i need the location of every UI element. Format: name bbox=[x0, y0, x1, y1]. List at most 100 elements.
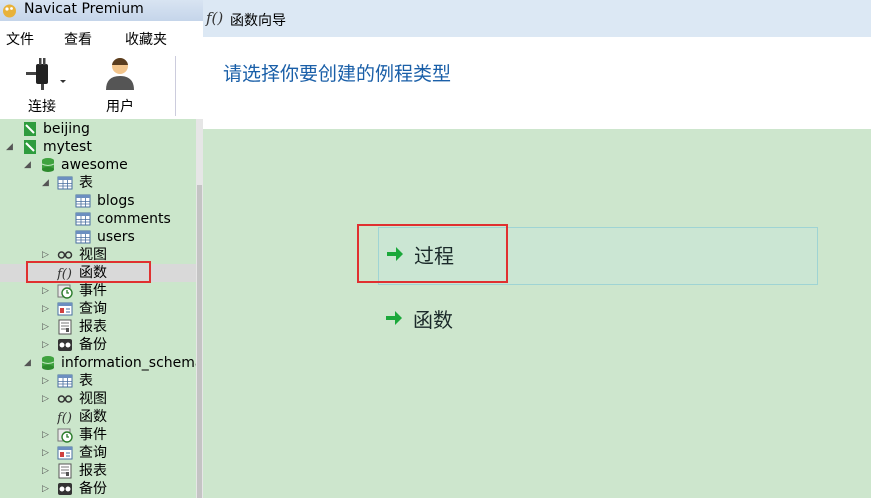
collapse-arrow-icon[interactable]: ◢ bbox=[24, 354, 34, 372]
tree-item[interactable]: f() 函数 bbox=[0, 408, 196, 426]
connection-icon bbox=[22, 121, 38, 137]
backup-icon bbox=[57, 337, 73, 353]
collapse-arrow-icon[interactable]: ◢ bbox=[6, 138, 16, 156]
title-bar: Navicat Premium bbox=[0, 0, 203, 21]
tree-item[interactable]: ▷ 备份 bbox=[0, 480, 196, 498]
table-icon bbox=[75, 193, 91, 209]
collapse-arrow-icon[interactable]: ◢ bbox=[42, 174, 52, 192]
user-button[interactable]: 用户 bbox=[90, 54, 150, 115]
tree-item[interactable]: ▷ 事件 bbox=[0, 426, 196, 444]
navigation-tree[interactable]: beijing ◢ mytest ◢ awesome ◢ 表 blogs comments use… bbox=[0, 119, 196, 498]
tree-item-label: mytest bbox=[43, 139, 92, 155]
tree-item[interactable]: ▷ 备份 bbox=[0, 336, 196, 354]
expand-arrow-icon[interactable]: ▷ bbox=[42, 336, 52, 354]
tree-item[interactable]: ▷ 表 bbox=[0, 372, 196, 390]
tree-item[interactable]: comments bbox=[0, 210, 196, 228]
function-icon: f() bbox=[56, 409, 73, 426]
navicat-logo-icon bbox=[3, 4, 16, 18]
tree-item-label: 函数 bbox=[79, 409, 107, 425]
tree-item[interactable]: ▷ 报表 bbox=[0, 462, 196, 480]
tree-item-label: 报表 bbox=[79, 463, 107, 479]
user-icon bbox=[106, 57, 134, 90]
report-icon bbox=[57, 463, 73, 479]
database-icon bbox=[40, 355, 56, 371]
tree-item[interactable]: users bbox=[0, 228, 196, 246]
tree-item[interactable]: ▷ 查询 bbox=[0, 444, 196, 462]
tree-item[interactable]: ▷ 事件 bbox=[0, 282, 196, 300]
tree-item-label: 事件 bbox=[79, 427, 107, 443]
table-icon bbox=[57, 373, 73, 389]
tree-item[interactable]: ◢ 表 bbox=[0, 174, 196, 192]
connect-label: 连接 bbox=[28, 99, 56, 115]
tree-item-label: blogs bbox=[97, 193, 135, 209]
event-icon bbox=[57, 283, 73, 299]
tree-item-label: 表 bbox=[79, 175, 93, 191]
expand-arrow-icon[interactable]: ▷ bbox=[42, 372, 52, 390]
table-icon bbox=[75, 229, 91, 245]
query-icon bbox=[57, 301, 73, 317]
highlight-box-functions bbox=[26, 261, 151, 283]
green-arrow-icon bbox=[386, 311, 402, 325]
tree-item-label: 查询 bbox=[79, 301, 107, 317]
svg-text:f(): f() bbox=[57, 411, 72, 425]
table-icon bbox=[75, 211, 91, 227]
tree-item-label: beijing bbox=[43, 121, 90, 137]
tree-item[interactable]: ▷ 视图 bbox=[0, 390, 196, 408]
report-icon bbox=[57, 319, 73, 335]
query-icon bbox=[57, 445, 73, 461]
tree-item[interactable]: blogs bbox=[0, 192, 196, 210]
menu-favorites[interactable]: 收藏夹 bbox=[125, 29, 167, 49]
app-title: Navicat Premium bbox=[24, 1, 144, 17]
backup-icon bbox=[57, 481, 73, 497]
function-wizard-dialog: f() 函数向导 请选择你要创建的例程类型 过程 函数 bbox=[203, 0, 871, 498]
tree-item[interactable]: ◢ mytest bbox=[0, 138, 196, 156]
toolbar-separator bbox=[175, 56, 176, 116]
tree-item-label: 查询 bbox=[79, 445, 107, 461]
user-label: 用户 bbox=[106, 99, 134, 115]
view-icon bbox=[57, 391, 73, 407]
toolbar: 连接 用户 bbox=[0, 50, 203, 116]
tree-item-label: information_schema bbox=[61, 355, 196, 371]
expand-arrow-icon[interactable]: ▷ bbox=[42, 390, 52, 408]
tree-item-label: 报表 bbox=[79, 319, 107, 335]
option-function[interactable]: 函数 bbox=[378, 292, 816, 348]
expand-arrow-icon[interactable]: ▷ bbox=[42, 300, 52, 318]
expand-arrow-icon[interactable]: ▷ bbox=[42, 282, 52, 300]
expand-arrow-icon[interactable]: ▷ bbox=[42, 480, 52, 498]
tree-item-label: awesome bbox=[61, 157, 128, 173]
function-icon: f() bbox=[206, 9, 224, 27]
tree-item[interactable]: ◢ awesome bbox=[0, 156, 196, 174]
expand-arrow-icon[interactable]: ▷ bbox=[42, 426, 52, 444]
dialog-heading: 请选择你要创建的例程类型 bbox=[223, 63, 452, 85]
tree-item-label: comments bbox=[97, 211, 171, 227]
connect-button[interactable]: 连接 bbox=[12, 54, 72, 115]
collapse-arrow-icon[interactable]: ◢ bbox=[24, 156, 34, 174]
dialog-header: 请选择你要创建的例程类型 bbox=[203, 37, 871, 129]
expand-arrow-icon[interactable]: ▷ bbox=[42, 318, 52, 336]
menu-bar: 文件 查看 收藏夹 bbox=[0, 26, 203, 50]
dialog-title-bar: f() 函数向导 bbox=[203, 0, 871, 37]
option-function-label: 函数 bbox=[413, 308, 453, 332]
expand-arrow-icon[interactable]: ▷ bbox=[42, 444, 52, 462]
tree-item-label: users bbox=[97, 229, 135, 245]
highlight-box-procedure bbox=[357, 224, 508, 283]
menu-view[interactable]: 查看 bbox=[64, 29, 92, 49]
event-icon bbox=[57, 427, 73, 443]
tree-item[interactable]: ▷ 报表 bbox=[0, 318, 196, 336]
table-icon bbox=[57, 175, 73, 191]
tree-scrollbar-thumb[interactable] bbox=[197, 185, 202, 498]
tree-item-label: 备份 bbox=[79, 481, 107, 497]
tree-item-label: 表 bbox=[79, 373, 93, 389]
expand-arrow-icon[interactable]: ▷ bbox=[42, 462, 52, 480]
tree-item-label: 视图 bbox=[79, 391, 107, 407]
database-icon bbox=[40, 157, 56, 173]
menu-file[interactable]: 文件 bbox=[6, 29, 34, 49]
connection-icon bbox=[22, 139, 38, 155]
tree-item-label: 事件 bbox=[79, 283, 107, 299]
tree-item-label: 备份 bbox=[79, 337, 107, 353]
tree-item[interactable]: beijing bbox=[0, 120, 196, 138]
dialog-title: 函数向导 bbox=[230, 13, 286, 29]
plug-icon bbox=[26, 58, 66, 90]
tree-item[interactable]: ◢ information_schema bbox=[0, 354, 196, 372]
tree-item[interactable]: ▷ 查询 bbox=[0, 300, 196, 318]
